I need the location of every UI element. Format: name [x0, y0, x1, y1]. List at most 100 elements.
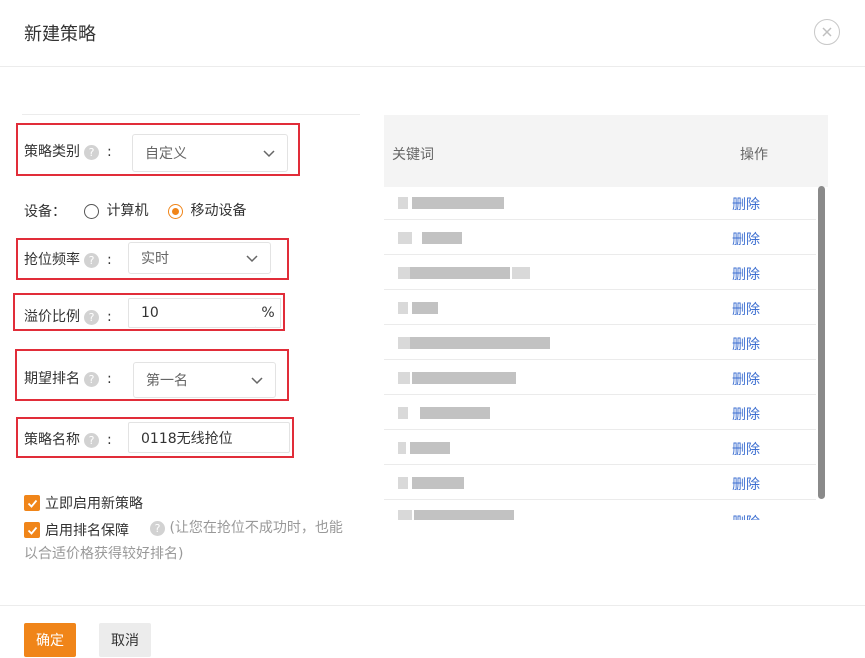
help-icon[interactable]: ? [84, 144, 99, 160]
premium-ratio-label-text: 溢价比例 [24, 309, 80, 325]
enable-now-checkbox[interactable] [24, 495, 40, 511]
delete-link[interactable]: 删除 [732, 474, 760, 494]
footer-divider [0, 605, 865, 606]
blurred-keyword [398, 197, 408, 209]
table-row: 删除 [384, 395, 816, 430]
help-icon[interactable]: ? [84, 309, 99, 325]
blurred-keyword [422, 232, 462, 244]
blurred-keyword [398, 407, 408, 419]
blurred-keyword [410, 337, 550, 349]
strategy-name-label-text: 策略名称 [24, 432, 80, 448]
device-option-mobile-label: 移动设备 [190, 203, 247, 219]
table-row: 删除 [384, 290, 816, 325]
strategy-type-select[interactable]: 自定义 [132, 134, 288, 172]
confirm-button[interactable]: 确定 [24, 623, 76, 657]
enable-now-option[interactable]: 立即启用新策略 [24, 493, 143, 513]
blurred-keyword [412, 372, 516, 384]
rank-guarantee-checkbox[interactable] [24, 522, 40, 538]
device-label: 设备： [24, 204, 66, 220]
frequency-value: 实时 [141, 251, 169, 267]
help-icon[interactable]: ? [84, 252, 99, 268]
blurred-keyword [512, 267, 530, 279]
expected-rank-label: 期望排名?: [24, 368, 112, 388]
close-button[interactable] [814, 19, 840, 45]
blurred-keyword [398, 477, 408, 489]
strategy-name-input[interactable]: 0118无线抢位 [128, 422, 290, 453]
frequency-label-text: 抢位频率 [24, 252, 80, 268]
blurred-keyword [398, 267, 410, 279]
colon: : [107, 371, 112, 387]
table-row: 删除 [384, 360, 816, 395]
form-top-divider [22, 114, 360, 115]
delete-link[interactable]: 删除 [732, 404, 760, 424]
premium-ratio-input[interactable]: 10 [128, 298, 257, 328]
rank-guarantee-label: 启用排名保障 [45, 523, 129, 539]
frequency-label: 抢位频率?: [24, 249, 112, 269]
premium-ratio-value: 10 [141, 305, 159, 321]
device-option-computer[interactable]: 计算机 [84, 200, 148, 220]
table-row: 删除 [384, 430, 816, 465]
strategy-type-label-text: 策略类别 [24, 144, 80, 160]
delete-link[interactable]: 删除 [732, 229, 760, 249]
rank-guarantee-note-line2: 以合适价格获得较好排名) [24, 546, 184, 562]
check-icon [27, 526, 37, 535]
blurred-keyword [398, 302, 408, 314]
rank-guarantee-option[interactable]: 启用排名保障 [24, 520, 129, 540]
table-row: 删除 [384, 255, 816, 290]
strategy-type-value: 自定义 [145, 146, 187, 162]
strategy-type-label: 策略类别?: [24, 141, 112, 161]
percent-suffix-text: % [261, 305, 275, 321]
strategy-name-value: 0118无线抢位 [141, 430, 233, 447]
delete-link[interactable]: 删除 [732, 439, 760, 459]
percent-suffix: % [256, 298, 281, 328]
expected-rank-value: 第一名 [146, 373, 188, 389]
table-row: 删除 [384, 325, 816, 360]
blurred-keyword [412, 477, 464, 489]
table-row: 删除 [384, 185, 816, 220]
colon: : [107, 252, 112, 268]
blurred-keyword [410, 442, 450, 454]
blurred-keyword [398, 442, 406, 454]
chevron-down-icon [251, 377, 263, 385]
radio-computer[interactable] [84, 203, 99, 219]
table-scrollbar[interactable] [818, 186, 825, 499]
cancel-button[interactable]: 取消 [99, 623, 151, 657]
device-option-computer-label: 计算机 [106, 203, 149, 219]
rank-guarantee-note: ? (让您在抢位不成功时，也能 [150, 517, 343, 537]
chevron-down-icon [246, 255, 258, 263]
frequency-select[interactable]: 实时 [128, 242, 271, 274]
delete-link[interactable]: 删除 [732, 334, 760, 354]
help-icon[interactable]: ? [150, 520, 165, 536]
premium-ratio-label: 溢价比例?: [24, 306, 112, 326]
blurred-keyword [398, 510, 412, 520]
table-row: 删除 [384, 500, 816, 520]
delete-link[interactable]: 删除 [732, 299, 760, 319]
delete-link[interactable]: 删除 [732, 369, 760, 389]
blurred-keyword [398, 372, 410, 384]
table-row: 删除 [384, 220, 816, 255]
blurred-keyword [398, 232, 412, 244]
strategy-name-label: 策略名称?: [24, 429, 112, 449]
close-circle-icon [822, 27, 832, 37]
rank-guarantee-note-line1: (让您在抢位不成功时，也能 [169, 520, 343, 536]
colon: : [107, 144, 112, 160]
help-icon[interactable]: ? [84, 432, 99, 448]
chevron-down-icon [263, 150, 275, 158]
device-option-mobile[interactable]: 移动设备 [168, 200, 246, 220]
colon: : [107, 309, 112, 325]
expected-rank-label-text: 期望排名 [24, 371, 80, 387]
blurred-keyword [412, 302, 438, 314]
blurred-keyword [412, 197, 504, 209]
blurred-keyword [410, 267, 510, 279]
dialog-title: 新建策略 [24, 24, 96, 45]
help-icon[interactable]: ? [84, 371, 99, 387]
colon: : [107, 432, 112, 448]
radio-mobile[interactable] [168, 203, 183, 219]
delete-link[interactable]: 删除 [732, 194, 760, 214]
keyword-column-header: 关键词 [392, 147, 434, 163]
delete-link[interactable]: 删除 [732, 264, 760, 284]
table-row: 删除 [384, 465, 816, 500]
check-icon [27, 499, 37, 508]
delete-link[interactable]: 删除 [732, 512, 760, 520]
expected-rank-select[interactable]: 第一名 [133, 362, 276, 398]
